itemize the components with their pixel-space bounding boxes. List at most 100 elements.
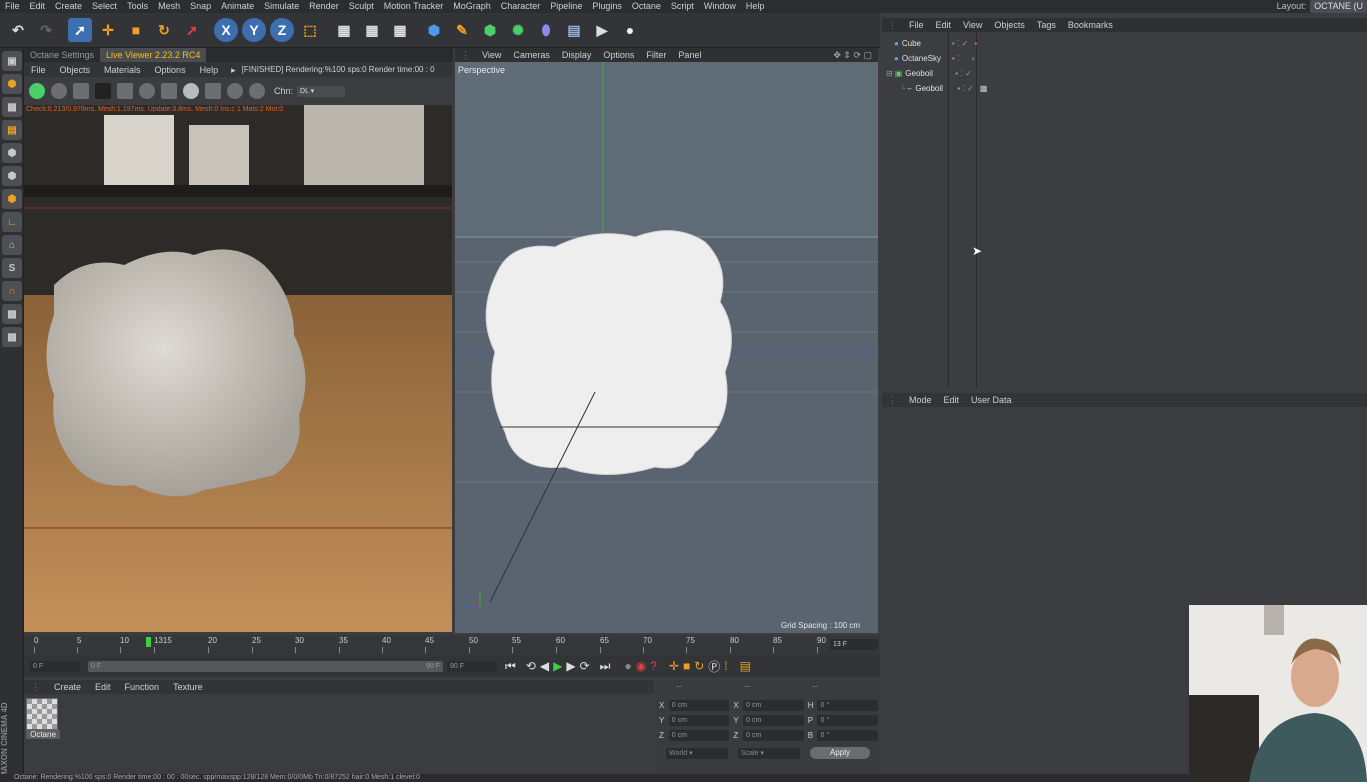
menu-item-help[interactable]: Help: [741, 0, 770, 13]
menu-item-motion-tracker[interactable]: Motion Tracker: [379, 0, 449, 13]
scale-key-icon[interactable]: ■: [683, 659, 690, 673]
expand-arrow-icon[interactable]: ▸: [225, 63, 242, 77]
geoboil-blob-viewport[interactable]: [485, 230, 732, 475]
deformer-icon[interactable]: ⬮: [534, 18, 558, 42]
coordinate-system-icon[interactable]: ⬚: [298, 18, 322, 42]
vp-menu-cameras[interactable]: Cameras: [507, 48, 556, 62]
object-row[interactable]: ● Cube ▪ ⁚ ✓ ▪: [886, 36, 1366, 51]
obj-grip-icon[interactable]: ⋮: [882, 18, 903, 32]
make-editable-icon[interactable]: ▣: [2, 51, 22, 71]
move-icon[interactable]: ✛: [96, 18, 120, 42]
visibility-dots-icon[interactable]: ▪ ⁚: [952, 54, 960, 63]
vp-menu-panel[interactable]: Panel: [672, 48, 707, 62]
obj-menu-objects[interactable]: Objects: [988, 18, 1031, 32]
magnet-icon[interactable]: ∩: [2, 281, 22, 301]
menu-item-mograph[interactable]: MoGraph: [448, 0, 496, 13]
key-help-icon[interactable]: ?: [650, 659, 657, 673]
coord-value-field[interactable]: 0 °: [817, 730, 879, 741]
object-name[interactable]: Cube: [902, 39, 946, 48]
start-frame-field[interactable]: 0 F: [30, 660, 80, 672]
subdivision-icon[interactable]: ⬢: [478, 18, 502, 42]
lock-workplane-icon[interactable]: ▩: [2, 304, 22, 324]
polygons-mode-icon[interactable]: ⬢: [2, 189, 22, 209]
cloner-icon[interactable]: ✺: [506, 18, 530, 42]
loop-icon[interactable]: ⟳: [580, 659, 590, 673]
snap-icon[interactable]: S: [2, 258, 22, 278]
record-key-icon[interactable]: ●: [624, 659, 631, 673]
settings-gear-icon[interactable]: [139, 83, 155, 99]
coord-value-field[interactable]: 0 cm: [668, 700, 730, 711]
obj-menu-tags[interactable]: Tags: [1031, 18, 1062, 32]
menu-item-edit[interactable]: Edit: [25, 0, 51, 13]
menu-item-render[interactable]: Render: [304, 0, 344, 13]
param-key-icon[interactable]: Ⓟ: [708, 658, 720, 675]
menu-item-select[interactable]: Select: [87, 0, 122, 13]
object-row[interactable]: └ ⌐ Geoboil ▪ ⁚ ✓ ▩: [886, 81, 1366, 96]
end-frame-field[interactable]: 90 F: [447, 660, 497, 672]
current-frame-field[interactable]: 13 F: [830, 639, 878, 650]
mat-menu-edit[interactable]: Edit: [88, 680, 118, 694]
attr-menu-user-data[interactable]: User Data: [965, 393, 1018, 407]
pen-spline-icon[interactable]: ✎: [450, 18, 474, 42]
layout-selector[interactable]: Layout: OCTANE (U: [1272, 0, 1367, 13]
vp-menu-options[interactable]: Options: [597, 48, 640, 62]
object-row[interactable]: ● OctaneSky ▪ ⁚ ◐: [886, 51, 1366, 66]
live-selection-icon[interactable]: ➚: [68, 18, 92, 42]
step-back-icon[interactable]: ◀: [540, 659, 549, 673]
obj-menu-view[interactable]: View: [957, 18, 988, 32]
rotate-key-icon[interactable]: ↻: [694, 659, 704, 673]
playhead[interactable]: [146, 637, 151, 647]
go-to-end-icon[interactable]: ⏭: [600, 659, 611, 674]
pla-key-icon[interactable]: ⁞: [724, 659, 727, 673]
render-settings-icon[interactable]: ▦: [388, 18, 412, 42]
tab-live-viewer[interactable]: Live Viewer 2.23.2 RC4: [100, 48, 207, 62]
floor-icon[interactable]: ▤: [562, 18, 586, 42]
mat-menu-function[interactable]: Function: [118, 680, 167, 694]
light-icon[interactable]: ●: [618, 18, 642, 42]
menu-item-octane[interactable]: Octane: [627, 0, 666, 13]
visibility-dots-icon[interactable]: ▪ ⁚ ✓: [952, 39, 969, 48]
material-ball-icon[interactable]: [183, 83, 199, 99]
timeline-ruler[interactable]: 0 5 10 1315 20 25 30 35 40 45 50 55 60 65 70 75 80 85 90 1…: [24, 635, 880, 655]
go-to-start-icon[interactable]: ⏮: [505, 659, 516, 674]
visibility-dots-icon[interactable]: ▪ ⁚ ✓: [955, 69, 972, 78]
rotate-icon[interactable]: ↻: [152, 18, 176, 42]
workplane-icon[interactable]: ▤: [2, 120, 22, 140]
menu-item-pipeline[interactable]: Pipeline: [545, 0, 587, 13]
save-image-icon[interactable]: [205, 83, 221, 99]
layout-value[interactable]: OCTANE (U: [1310, 0, 1367, 13]
mat-menu-texture[interactable]: Texture: [166, 680, 210, 694]
vp-menu-filter[interactable]: Filter: [640, 48, 672, 62]
camera-icon[interactable]: ▶: [590, 18, 614, 42]
coord-value-field[interactable]: 0 °: [817, 715, 879, 726]
menu-item-tools[interactable]: Tools: [122, 0, 153, 13]
play-backwards-icon[interactable]: ⟲: [526, 659, 536, 673]
obj-menu-bookmarks[interactable]: Bookmarks: [1062, 18, 1119, 32]
step-forward-icon[interactable]: ▶: [566, 659, 575, 673]
menu-item-sculpt[interactable]: Sculpt: [344, 0, 379, 13]
undo-icon[interactable]: ↶: [6, 18, 30, 42]
mat-menu-create[interactable]: Create: [47, 680, 88, 694]
y-axis-icon[interactable]: Y: [242, 18, 266, 42]
coord-value-field[interactable]: 0 cm: [668, 715, 730, 726]
recent-tool-icon[interactable]: ➚: [180, 18, 204, 42]
collapse-icon[interactable]: ⊟: [886, 69, 893, 78]
pin-icon[interactable]: [227, 83, 243, 99]
lv-menu-objects[interactable]: Objects: [53, 63, 98, 77]
menu-item-animate[interactable]: Animate: [216, 0, 259, 13]
obj-menu-file[interactable]: File: [903, 18, 930, 32]
attr-grip-icon[interactable]: ⋮: [882, 393, 903, 407]
object-row[interactable]: ⊟ ▣ Geoboil ▪ ⁚ ✓: [886, 66, 1366, 81]
auto-key-icon[interactable]: ◉: [636, 659, 646, 673]
render-view-icon[interactable]: ▦: [332, 18, 356, 42]
move-key-icon[interactable]: ✛: [669, 659, 679, 673]
scale-dropdown[interactable]: Scale ▾: [738, 747, 800, 759]
send-scene-icon[interactable]: [29, 83, 45, 99]
coord-value-field[interactable]: 0 °: [817, 700, 879, 711]
timeline-window-icon[interactable]: ▤: [740, 659, 751, 673]
model-mode-icon[interactable]: ⬢: [2, 74, 22, 94]
frame-range-slider[interactable]: 0 F 90 F: [88, 660, 443, 672]
attr-menu-mode[interactable]: Mode: [903, 393, 938, 407]
z-axis-icon[interactable]: Z: [270, 18, 294, 42]
tag-icon[interactable]: ▪: [974, 39, 977, 48]
